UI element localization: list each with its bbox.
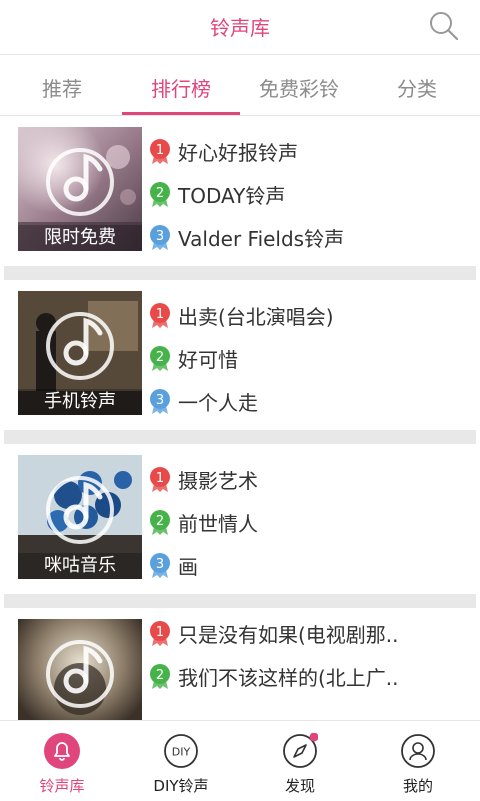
page-title: 铃声库	[210, 16, 270, 40]
song-title: 出卖(台北演唱会)	[178, 305, 334, 329]
list-item[interactable]: 1 好心好报铃声	[150, 136, 470, 166]
nav-discover[interactable]: 发现	[240, 721, 360, 801]
rank-badge-2: 2	[150, 346, 170, 371]
list-item[interactable]: 1 只是没有如果(电视剧那..	[150, 618, 470, 648]
list-item[interactable]: 3 一个人走	[150, 386, 470, 416]
ranking-card[interactable]: 手机铃声 1 出卖(台北演唱会) 2 好可惜 3 一个人走	[0, 280, 480, 430]
list-item[interactable]: 3 Valder Fields铃声	[150, 222, 470, 252]
list-item[interactable]: 2 前世情人	[150, 507, 470, 537]
search-icon[interactable]	[428, 10, 460, 42]
song-title: 只是没有如果(电视剧那..	[178, 623, 399, 647]
song-title: Valder Fields铃声	[178, 227, 345, 251]
cover-caption: 咪咕音乐	[18, 553, 142, 579]
rank-badge-1: 1	[150, 621, 170, 646]
bell-icon	[44, 733, 80, 769]
svg-text:2: 2	[156, 668, 164, 683]
nav-label: 我的	[402, 777, 433, 795]
song-title: 一个人走	[178, 391, 258, 415]
svg-text:3: 3	[156, 393, 164, 408]
song-title: 摄影艺术	[178, 469, 258, 493]
song-title: 前世情人	[178, 512, 258, 536]
nav-diy-ringtone[interactable]: DIY DIY铃声	[121, 721, 241, 801]
ranking-card[interactable]: 限时免费 1 好心好报铃声 2 TODAY铃声 3 Valder Fields铃…	[0, 116, 480, 266]
tab-ranking[interactable]: 排行榜	[121, 73, 241, 102]
svg-text:1: 1	[156, 471, 164, 486]
song-title: 画	[178, 555, 198, 579]
rank-badge-1: 1	[150, 139, 170, 164]
cover-image[interactable]: 咪咕音乐	[18, 455, 142, 579]
cover-caption: 限时免费	[18, 225, 142, 251]
list-item[interactable]: 2 TODAY铃声	[150, 179, 470, 209]
song-title: 好心好报铃声	[178, 141, 298, 165]
divider	[4, 430, 476, 444]
nav-label: 发现	[284, 777, 315, 795]
song-title: TODAY铃声	[178, 184, 286, 208]
rank-badge-3: 3	[150, 225, 170, 250]
svg-text:1: 1	[156, 307, 164, 322]
cover-image[interactable]: 手机铃声	[18, 291, 142, 415]
svg-text:3: 3	[156, 557, 164, 572]
active-tab-indicator	[122, 112, 240, 115]
list-item[interactable]: 2 我们不该这样的(北上广..	[150, 661, 470, 691]
svg-text:1: 1	[156, 143, 164, 158]
list-item[interactable]: 3 画	[150, 550, 470, 580]
svg-text:2: 2	[156, 350, 164, 365]
nav-mine[interactable]: 我的	[358, 721, 478, 801]
ranking-card[interactable]: 咪咕音乐 1 摄影艺术 2 前世情人 3 画	[0, 444, 480, 594]
cover-caption: 手机铃声	[18, 389, 142, 415]
top-bar: 铃声库	[0, 0, 480, 55]
svg-text:3: 3	[156, 229, 164, 244]
cover-image[interactable]: 限时免费	[18, 127, 142, 251]
ranking-card[interactable]: 1 只是没有如果(电视剧那.. 2 我们不该这样的(北上广..	[0, 608, 480, 720]
rank-badge-3: 3	[150, 389, 170, 414]
ranking-list[interactable]: 限时免费 1 好心好报铃声 2 TODAY铃声 3 Valder Fields铃…	[0, 116, 480, 720]
rank-badge-2: 2	[150, 182, 170, 207]
nav-label: DIY铃声	[153, 777, 209, 795]
bottom-nav: 铃声库 DIY DIY铃声 发现 我的	[0, 720, 480, 801]
user-icon	[401, 734, 435, 768]
svg-text:2: 2	[156, 186, 164, 201]
divider	[4, 266, 476, 280]
rank-badge-1: 1	[150, 303, 170, 328]
rank-badge-2: 2	[150, 510, 170, 535]
list-item[interactable]: 1 出卖(台北演唱会)	[150, 300, 470, 330]
song-title: 我们不该这样的(北上广..	[178, 666, 399, 690]
svg-text:2: 2	[156, 514, 164, 529]
svg-text:1: 1	[156, 625, 164, 640]
divider	[4, 594, 476, 608]
tab-recommend[interactable]: 推荐	[2, 73, 122, 102]
nav-ringtone-library[interactable]: 铃声库	[2, 721, 122, 801]
svg-text:DIY: DIY	[172, 746, 191, 759]
rank-badge-1: 1	[150, 467, 170, 492]
tab-free-ringback[interactable]: 免费彩铃	[239, 73, 359, 102]
play-note-icon	[46, 640, 114, 708]
list-item[interactable]: 1 摄影艺术	[150, 464, 470, 494]
list-item[interactable]: 2 好可惜	[150, 343, 470, 373]
tab-category[interactable]: 分类	[357, 73, 477, 102]
tab-bar: 推荐 排行榜 免费彩铃 分类	[0, 55, 480, 116]
nav-label: 铃声库	[39, 777, 85, 795]
rank-badge-2: 2	[150, 664, 170, 689]
song-title: 好可惜	[178, 348, 238, 372]
cover-image[interactable]	[18, 619, 142, 720]
compass-icon	[283, 733, 318, 768]
rank-badge-3: 3	[150, 553, 170, 578]
diy-icon: DIY	[164, 734, 198, 768]
